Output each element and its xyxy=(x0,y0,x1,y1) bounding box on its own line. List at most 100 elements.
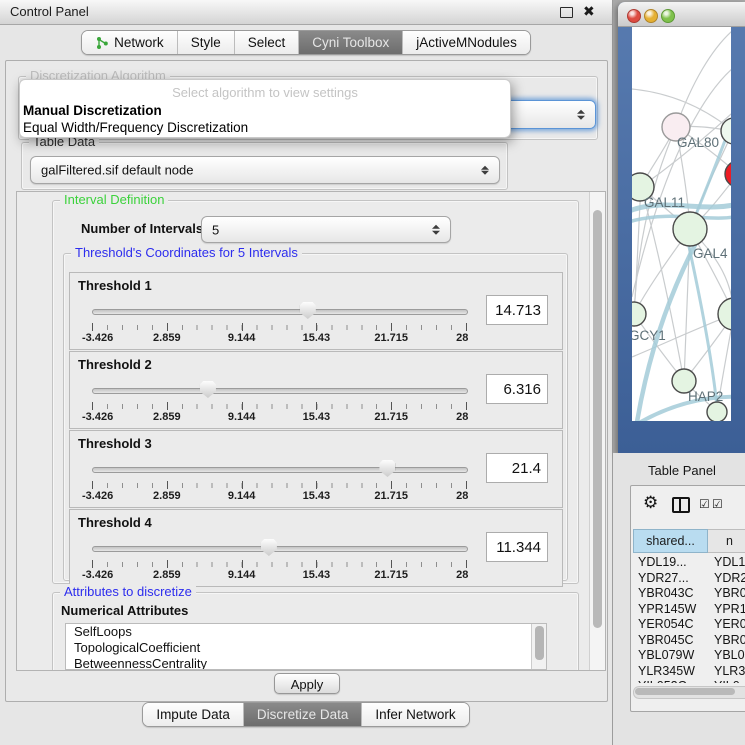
cell-name[interactable]: YDR2 xyxy=(710,571,745,585)
slider-major-tick xyxy=(316,402,317,410)
network-window-titlebar xyxy=(618,2,745,27)
tab-label: Network xyxy=(114,35,164,50)
attribute-list-item[interactable]: SelfLoops xyxy=(66,624,546,640)
cell-shared-name[interactable]: YDL19... xyxy=(633,555,710,569)
num-intervals-combo[interactable]: 5 xyxy=(201,216,451,243)
slider-handle-icon[interactable] xyxy=(379,460,395,477)
slider-major-tick xyxy=(242,402,243,410)
cell-name[interactable]: YLR3 xyxy=(710,664,745,678)
cell-name[interactable]: YBR0 xyxy=(710,586,745,600)
slider-major-tick xyxy=(391,323,392,331)
tick-label: 9.144 xyxy=(228,332,256,344)
cell-shared-name[interactable]: YER054C xyxy=(633,617,710,631)
table-row[interactable]: YER054CYER0 xyxy=(633,617,745,633)
slider-track[interactable] xyxy=(92,309,468,315)
cell-shared-name[interactable]: YPR145W xyxy=(633,602,710,616)
slider-major-tick xyxy=(242,560,243,568)
attribute-list-item[interactable]: BetweennessCentrality xyxy=(66,656,546,670)
table-row[interactable]: YDR27...YDR2 xyxy=(633,571,745,587)
node-bottom[interactable] xyxy=(707,402,727,421)
gear-icon[interactable]: ⚙ xyxy=(643,494,658,511)
tab-item[interactable]: Discretize Data xyxy=(244,703,363,726)
cell-name[interactable]: YBR0 xyxy=(710,633,745,647)
cell-name[interactable]: YDL1 xyxy=(710,555,745,569)
node-gcy1[interactable] xyxy=(632,302,646,326)
bottom-tab-bar: Impute Data Discretize Data Infer Networ… xyxy=(0,702,612,727)
tab-item[interactable]: Network xyxy=(82,31,178,54)
cell-name[interactable]: YER0 xyxy=(710,617,745,631)
cell-shared-name[interactable]: YBR045C xyxy=(633,633,710,647)
table-row[interactable]: YPR145WYPR1 xyxy=(633,602,745,618)
node-h[interactable] xyxy=(718,298,731,330)
panel-scrollbar[interactable] xyxy=(589,192,605,670)
checkbox-icon[interactable]: ☑ xyxy=(699,497,710,511)
tick-label: -3.426 xyxy=(82,411,113,423)
table-row[interactable]: YBL079WYBL0 xyxy=(633,648,745,664)
table-data-combo[interactable]: galFiltered.sif default node xyxy=(30,156,500,184)
cell-shared-name[interactable]: YBR043C xyxy=(633,586,710,600)
traffic-light-zoom-icon[interactable] xyxy=(661,9,675,23)
threshold-slider[interactable]: -3.426 2.859 9.144 15.43 21.715 28 xyxy=(92,378,466,426)
column-header-name[interactable]: n xyxy=(708,529,745,553)
threshold-coordinates-group: Threshold's Coordinates for 5 Intervals … xyxy=(63,253,568,581)
slider-track[interactable] xyxy=(92,546,468,552)
table-row[interactable]: YIL052CYIL0 xyxy=(633,679,745,683)
scrollbar-thumb[interactable] xyxy=(535,626,544,660)
table-row[interactable]: YBR043CYBR0 xyxy=(633,586,745,602)
cell-shared-name[interactable]: YIL052C xyxy=(633,679,710,683)
slider-track[interactable] xyxy=(92,467,468,473)
slider-handle-icon[interactable] xyxy=(200,381,216,398)
slider-major-tick xyxy=(242,323,243,331)
tab-segments: Impute Data Discretize Data Infer Networ… xyxy=(142,702,469,727)
cell-name[interactable]: YBL0 xyxy=(710,648,745,662)
traffic-light-close-icon[interactable] xyxy=(627,9,641,23)
column-header-shared-name[interactable]: shared... xyxy=(633,529,708,553)
attribute-list-item[interactable]: TopologicalCoefficient xyxy=(66,640,546,656)
split-view-icon[interactable] xyxy=(672,497,690,513)
tab-item[interactable]: Style xyxy=(178,31,235,54)
threshold-slider[interactable]: -3.426 2.859 9.144 15.43 21.715 28 xyxy=(92,457,466,505)
threshold-value-field[interactable]: 11.344 xyxy=(486,532,548,562)
tab-item[interactable]: Select xyxy=(235,31,300,54)
threshold-value-field[interactable]: 21.4 xyxy=(486,453,548,483)
apply-button[interactable]: Apply xyxy=(274,673,340,694)
list-scrollbar[interactable] xyxy=(531,624,546,669)
cell-shared-name[interactable]: YLR345W xyxy=(633,664,710,678)
tab-item[interactable]: Infer Network xyxy=(362,703,468,726)
table-row[interactable]: YLR345WYLR3 xyxy=(633,664,745,680)
tab-item[interactable]: Cyni Toolbox xyxy=(299,31,403,54)
threshold-value-field[interactable]: 14.713 xyxy=(486,295,548,325)
threshold-panel: Threshold 4 xyxy=(69,509,563,587)
traffic-light-minimize-icon[interactable] xyxy=(644,9,658,23)
dropdown-option-manual-discretization[interactable]: Manual Discretization xyxy=(23,103,162,118)
slider-handle-icon[interactable] xyxy=(261,539,277,556)
scrollbar-thumb[interactable] xyxy=(635,688,735,695)
close-icon[interactable]: ✖ xyxy=(583,3,595,20)
threshold-label: Threshold 4 xyxy=(78,515,152,530)
float-window-icon[interactable] xyxy=(560,7,573,18)
tab-item[interactable]: Impute Data xyxy=(143,703,244,726)
cell-name[interactable]: YIL0 xyxy=(710,679,740,683)
slider-handle-icon[interactable] xyxy=(300,302,316,319)
threshold-value-field[interactable]: 6.316 xyxy=(486,374,548,404)
table-row[interactable]: YBR045CYBR0 xyxy=(633,633,745,649)
tab-segments: Network Style xyxy=(81,30,531,55)
horizontal-scrollbar[interactable] xyxy=(633,686,745,699)
slider-major-tick xyxy=(391,560,392,568)
threshold-slider[interactable]: -3.426 2.859 9.144 15.43 21.715 28 xyxy=(92,536,466,584)
scrollbar-thumb[interactable] xyxy=(593,210,602,628)
node-gal4[interactable] xyxy=(673,212,707,246)
dropdown-option-equal-width[interactable]: Equal Width/Frequency Discretization xyxy=(23,120,248,135)
cell-shared-name[interactable]: YBL079W xyxy=(633,648,710,662)
cell-shared-name[interactable]: YDR27... xyxy=(633,571,710,585)
slider-track[interactable] xyxy=(92,388,468,394)
tab-item[interactable]: jActiveMNodules xyxy=(403,31,530,54)
combo-value: 5 xyxy=(212,222,219,237)
combo-spinner-icon xyxy=(577,108,586,121)
table-row[interactable]: YDL19...YDL1 xyxy=(633,555,745,571)
checkbox-icon[interactable]: ☑ xyxy=(712,497,723,511)
threshold-slider[interactable]: -3.426 2.859 9.144 15.43 21.715 28 xyxy=(92,299,466,347)
node-red[interactable] xyxy=(725,161,731,187)
cell-name[interactable]: YPR1 xyxy=(710,602,745,616)
network-canvas[interactable]: GAL80GCGAL11GAL4GCY1HHAP2 xyxy=(632,27,731,421)
